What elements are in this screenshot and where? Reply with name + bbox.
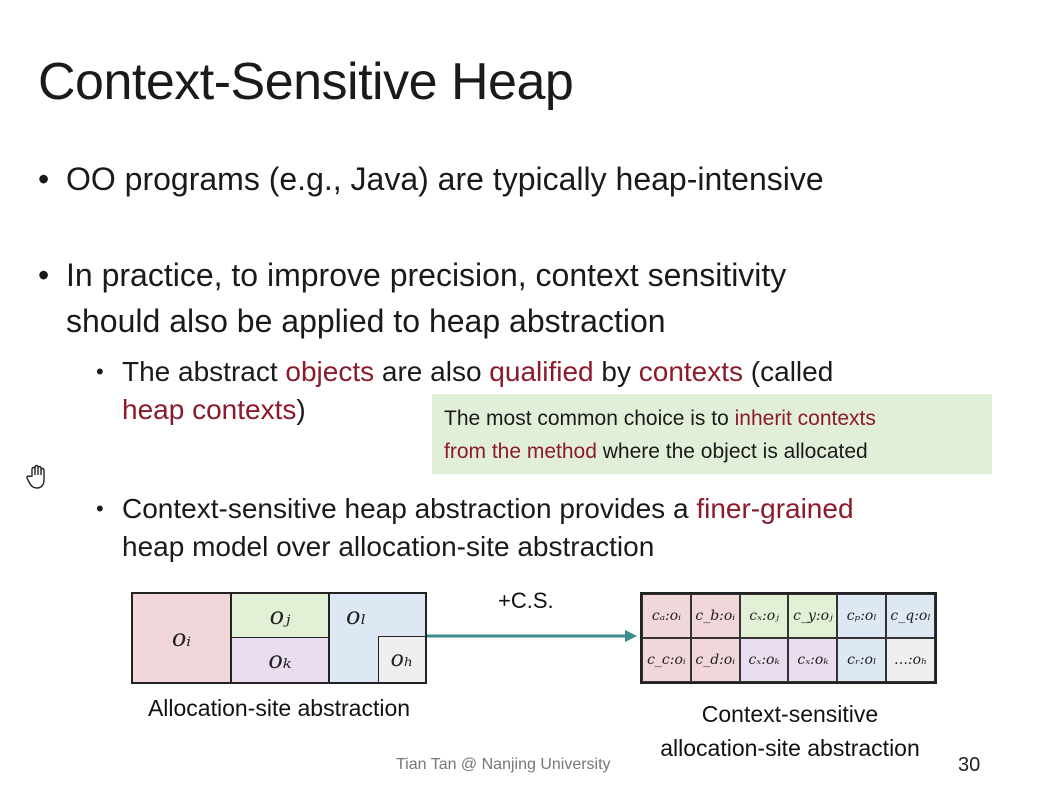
cs-object-cell: cₚ:oₗ bbox=[837, 594, 887, 638]
object-oj: oⱼ bbox=[232, 594, 330, 638]
text-fragment: Context-sensitive heap abstraction provi… bbox=[122, 493, 697, 524]
highlight-from-method: from the method bbox=[444, 440, 597, 463]
text-fragment: The most common choice is to bbox=[444, 407, 735, 430]
highlight-contexts: contexts bbox=[638, 356, 744, 387]
footer-author: Tian Tan @ Nanjing University bbox=[396, 756, 611, 773]
text-fragment: by bbox=[593, 356, 639, 387]
right-arrow-icon bbox=[427, 630, 637, 642]
highlight-inherit-contexts: inherit contexts bbox=[734, 407, 876, 430]
highlight-objects: objects bbox=[285, 356, 375, 387]
slide: Context-Sensitive Heap • OO programs (e.… bbox=[0, 0, 1042, 798]
highlight-qualified: qualified bbox=[489, 356, 594, 387]
text-fragment: ) bbox=[296, 394, 306, 425]
text-fragment: where the object is allocated bbox=[596, 440, 868, 463]
bullet-dot: • bbox=[96, 359, 104, 384]
cs-object-cell: c_q:oₗ bbox=[886, 594, 935, 638]
bullet-text-line2: should also be applied to heap abstracti… bbox=[66, 303, 666, 339]
cs-object-cell: c_b:oᵢ bbox=[690, 594, 740, 638]
slide-title: Context-Sensitive Heap bbox=[38, 53, 574, 111]
page-number: 30 bbox=[958, 754, 981, 776]
label-line1: Context-sensitive bbox=[701, 701, 879, 727]
cs-object-cell: cₓ:oⱼ bbox=[739, 594, 789, 638]
bullet-dot: • bbox=[38, 257, 50, 293]
cs-object-cell: c_y:oⱼ bbox=[788, 594, 838, 638]
cs-object-cell: cₓ:oₖ bbox=[788, 638, 838, 682]
cs-object-cell: cₐ:oᵢ bbox=[642, 594, 691, 638]
text-fragment: heap model over allocation-site abstract… bbox=[122, 531, 655, 562]
object-oh: oₕ bbox=[378, 636, 425, 682]
context-sensitive-label: Context-sensitive allocation-site abstra… bbox=[620, 697, 960, 765]
highlight-finer-grained: finer-grained bbox=[696, 493, 854, 524]
cs-arrow-label: +C.S. bbox=[498, 588, 554, 613]
object-ok: oₖ bbox=[232, 638, 330, 682]
bullet-dot: • bbox=[38, 161, 50, 197]
text-fragment: are also bbox=[374, 356, 490, 387]
cs-object-cell: …:oₕ bbox=[886, 638, 935, 682]
highlight-heap-contexts: heap contexts bbox=[122, 394, 297, 425]
cs-object-cell: c_d:oᵢ bbox=[690, 638, 740, 682]
allocation-site-diagram: oᵢ oⱼ oₖ oₗ oₕ bbox=[131, 592, 427, 684]
bullet-improve-precision: • In practice, to improve precision, con… bbox=[38, 252, 1026, 344]
text-fragment: The abstract bbox=[122, 356, 286, 387]
bullet-dot: • bbox=[96, 496, 104, 521]
cs-object-cell: cᵣ:oₗ bbox=[837, 638, 887, 682]
context-sensitive-grid: cₐ:oᵢ c_b:oᵢ cₓ:oⱼ c_y:oⱼ cₚ:oₗ c_q:oₗ c_c:oᵢ c… bbox=[640, 592, 937, 684]
cs-object-cell: c_c:oᵢ bbox=[642, 638, 691, 682]
subbullet-finer-grained: • Context-sensitive heap abstraction pro… bbox=[96, 490, 1022, 566]
cs-object-cell: cₓ:oₖ bbox=[739, 638, 789, 682]
bullet-text-line1: In practice, to improve precision, conte… bbox=[66, 257, 787, 293]
allocation-site-label: Allocation-site abstraction bbox=[147, 695, 411, 721]
bullet-heap-intensive: • OO programs (e.g., Java) are typically… bbox=[38, 156, 1026, 202]
text-fragment: (called bbox=[743, 356, 834, 387]
label-line2: allocation-site abstraction bbox=[660, 735, 920, 761]
bullet-text: OO programs (e.g., Java) are typically h… bbox=[66, 161, 824, 197]
object-oi: oᵢ bbox=[133, 594, 232, 682]
callout-note: The most common choice is to inherit con… bbox=[432, 394, 992, 474]
hand-cursor-icon bbox=[26, 464, 50, 496]
